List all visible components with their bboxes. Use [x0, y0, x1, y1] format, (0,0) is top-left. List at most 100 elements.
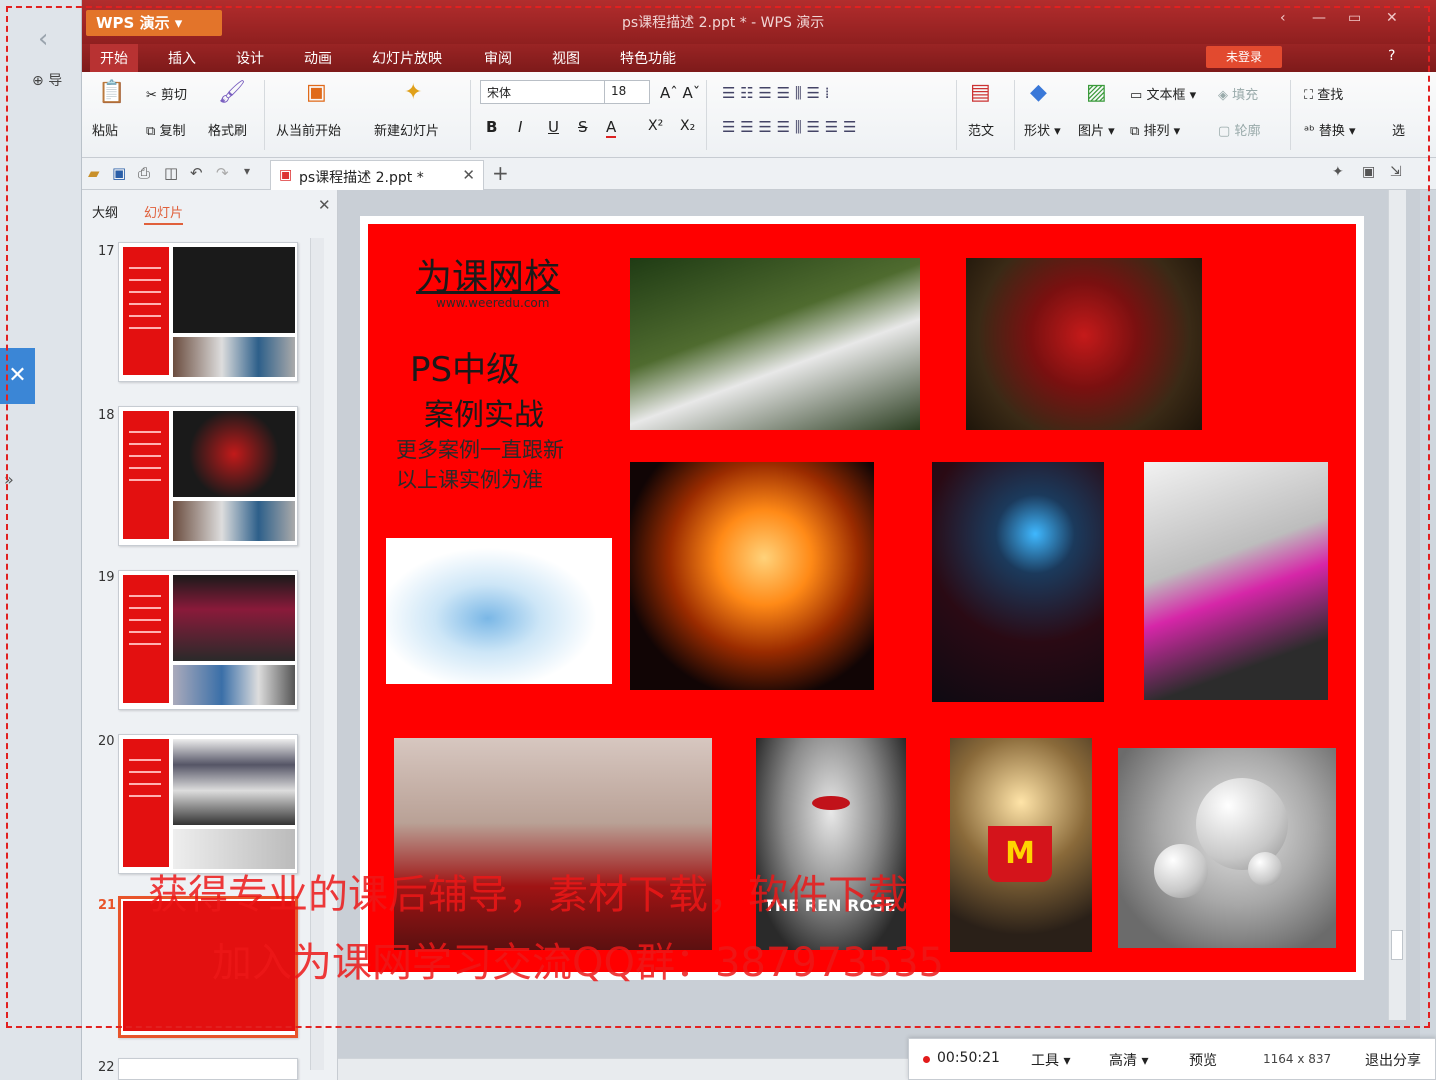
- replace-button[interactable]: ᵃᵇ 替换 ▾: [1304, 120, 1356, 139]
- italic-button[interactable]: I: [518, 118, 522, 136]
- import-button[interactable]: ⊕ 导: [32, 70, 62, 90]
- strike-button[interactable]: S: [578, 118, 588, 136]
- note-line-1[interactable]: 更多案例一直跟新: [396, 434, 564, 464]
- picture-icon[interactable]: ▨: [1086, 80, 1107, 105]
- menu-special[interactable]: 特色功能: [620, 48, 676, 68]
- bold-button[interactable]: B: [486, 118, 497, 136]
- horizontal-scrollbar[interactable]: [338, 1058, 908, 1080]
- ink-splash-girl-image[interactable]: [1144, 462, 1328, 700]
- brush-icon[interactable]: 🖌: [218, 80, 246, 105]
- font-color-button[interactable]: A: [606, 118, 617, 138]
- fire-hair-image[interactable]: [630, 462, 874, 690]
- slide-thumbnail[interactable]: [118, 1058, 298, 1080]
- new-slide-button[interactable]: 新建幻灯片: [374, 120, 439, 139]
- slide-thumbnail[interactable]: [118, 570, 298, 710]
- slide-number: 19: [98, 570, 115, 585]
- menu-view[interactable]: 视图: [552, 48, 580, 68]
- cut-button[interactable]: ✂ 剪切: [146, 84, 187, 103]
- tools-menu[interactable]: 工具 ▾: [1031, 1050, 1070, 1070]
- wedding-photo[interactable]: [630, 258, 920, 430]
- slide-thumbnail[interactable]: [118, 734, 298, 874]
- superscript-button[interactable]: X²: [648, 118, 663, 134]
- underline-button[interactable]: U: [548, 118, 559, 136]
- open-icon[interactable]: ▰: [88, 164, 100, 182]
- print-icon[interactable]: ⎙: [138, 164, 150, 182]
- collapse-ribbon-icon[interactable]: ⇲: [1390, 164, 1402, 180]
- document-tab[interactable]: ▣ ps课程描述 2.ppt * ✕: [270, 160, 484, 190]
- menu-start[interactable]: 开始: [90, 44, 138, 72]
- quick-menu-icon[interactable]: ▾: [244, 164, 250, 178]
- slide-editor: 为课网校 www.weeredu.com PS中级 案例实战 更多案例一直跟新 …: [338, 190, 1420, 1058]
- find-button[interactable]: ⛶ 查找: [1304, 84, 1343, 103]
- save-icon[interactable]: ▣: [112, 164, 126, 182]
- template-button[interactable]: 范文: [968, 120, 994, 139]
- outline-button[interactable]: ▢ 轮廓: [1218, 120, 1260, 139]
- from-current-button[interactable]: 从当前开始: [276, 120, 341, 139]
- slideshow-icon[interactable]: ▣: [306, 80, 327, 105]
- back-arrow-icon[interactable]: ‹: [38, 24, 48, 54]
- menu-insert[interactable]: 插入: [168, 48, 196, 68]
- picture-button[interactable]: 图片 ▾: [1078, 120, 1115, 139]
- fries-lamp-image[interactable]: M: [950, 738, 1092, 952]
- menu-review[interactable]: 审阅: [484, 48, 512, 68]
- preview-icon[interactable]: ◫: [164, 164, 178, 182]
- subscript-button[interactable]: X₂: [680, 118, 695, 134]
- textbox-button[interactable]: ▭ 文本框 ▾: [1130, 84, 1196, 103]
- list-buttons-icon[interactable]: ☰ ☷ ☰ ☰ ⫼ ☰ ⁞: [722, 84, 830, 102]
- undo-icon[interactable]: ↶: [190, 164, 203, 182]
- nav-back-icon[interactable]: ‹: [1280, 10, 1286, 26]
- note-line-2[interactable]: 以上课实例为准: [396, 464, 543, 494]
- menu-design[interactable]: 设计: [236, 48, 264, 68]
- quality-menu[interactable]: 高清 ▾: [1109, 1050, 1148, 1070]
- menu-slideshow[interactable]: 幻灯片放映: [372, 48, 442, 68]
- new-tab-button[interactable]: +: [492, 161, 509, 185]
- panel-close-icon[interactable]: ✕: [318, 196, 331, 214]
- slide-thumbnail[interactable]: [118, 406, 298, 546]
- redo-icon[interactable]: ↷: [216, 164, 229, 182]
- wps-app-menu-button[interactable]: WPS 演示 ▾: [86, 10, 222, 36]
- login-button[interactable]: 未登录: [1206, 46, 1282, 68]
- grow-font-icon[interactable]: Aˆ Aˇ: [660, 84, 700, 102]
- template-icon[interactable]: ▤: [970, 80, 991, 105]
- pin-icon[interactable]: ✦: [1332, 164, 1344, 180]
- vertical-scrollbar[interactable]: [1388, 190, 1406, 1020]
- format-painter-button[interactable]: 格式刷: [208, 120, 247, 139]
- maximize-icon[interactable]: ▭: [1348, 10, 1361, 26]
- preview-button[interactable]: 预览: [1189, 1050, 1217, 1070]
- arrange-button[interactable]: ⧉ 排列 ▾: [1130, 120, 1180, 139]
- menu-animation[interactable]: 动画: [304, 48, 332, 68]
- slide-canvas[interactable]: 为课网校 www.weeredu.com PS中级 案例实战 更多案例一直跟新 …: [368, 224, 1356, 972]
- find-label: 查找: [1317, 88, 1344, 103]
- shape-button[interactable]: 形状 ▾: [1024, 120, 1061, 139]
- fill-button[interactable]: ◈ 填充: [1218, 84, 1258, 103]
- align-buttons-icon[interactable]: ☰ ☰ ☰ ☰ ⫼ ☰ ☰ ☰: [722, 118, 856, 136]
- red-dress-portrait[interactable]: [966, 258, 1202, 430]
- brand-title[interactable]: 为课网校: [416, 248, 560, 300]
- tab-close-icon[interactable]: ✕: [462, 166, 475, 184]
- brand-url[interactable]: www.weeredu.com: [436, 296, 549, 310]
- new-slide-icon[interactable]: ✦: [404, 80, 422, 105]
- help-button[interactable]: ?: [1388, 48, 1395, 64]
- font-name-select[interactable]: 宋体: [480, 80, 606, 104]
- close-window-icon[interactable]: ✕: [1386, 10, 1398, 26]
- course-subtitle[interactable]: 案例实战: [424, 390, 544, 434]
- slide-thumbnail[interactable]: [118, 242, 298, 382]
- electric-dancer-image[interactable]: [932, 462, 1104, 702]
- side-close-icon[interactable]: ✕: [0, 348, 35, 404]
- exit-share-button[interactable]: 退出分享: [1365, 1050, 1421, 1070]
- font-size-select[interactable]: 18: [604, 80, 650, 104]
- paste-icon[interactable]: 📋: [98, 80, 125, 105]
- tab-outline[interactable]: 大纲: [92, 202, 118, 221]
- scroll-thumb[interactable]: [1391, 930, 1403, 960]
- paste-button[interactable]: 粘贴: [92, 120, 118, 139]
- restore-icon[interactable]: ▣: [1362, 164, 1375, 180]
- expand-arrow-icon[interactable]: »: [4, 470, 14, 489]
- tab-slides[interactable]: 幻灯片: [144, 202, 184, 225]
- minimize-icon[interactable]: —: [1312, 10, 1326, 26]
- course-title[interactable]: PS中级: [410, 342, 520, 391]
- white-spheres-image[interactable]: [1118, 748, 1336, 948]
- shape-icon[interactable]: ◆: [1030, 80, 1047, 105]
- water-splash-image[interactable]: [386, 538, 612, 684]
- copy-button[interactable]: ⧉ 复制: [146, 120, 185, 139]
- select-button[interactable]: 选: [1392, 120, 1405, 139]
